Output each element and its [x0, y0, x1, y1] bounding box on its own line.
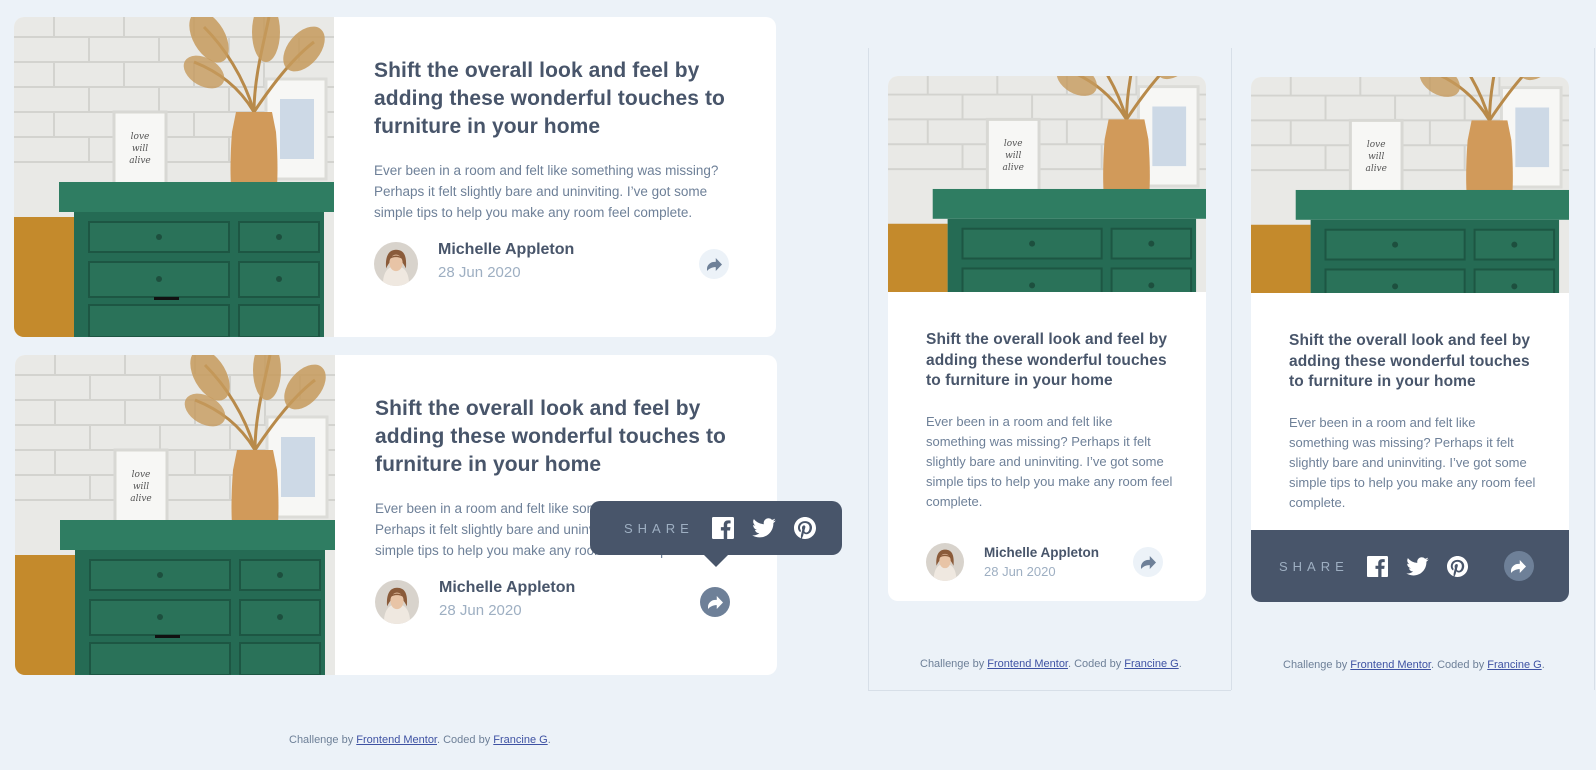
article-title: Shift the overall look and feel by addin…	[1289, 332, 1531, 390]
share-icon	[1511, 560, 1526, 573]
facebook-icon[interactable]	[712, 517, 734, 539]
avatar	[375, 580, 419, 624]
twitter-icon[interactable]	[752, 518, 776, 538]
share-button[interactable]	[699, 249, 729, 279]
attribution-prefix: Challenge by	[1283, 659, 1351, 671]
publish-date: 28 Jun 2020	[984, 564, 1056, 579]
article-image	[888, 76, 1206, 292]
article-title: Shift the overall look and feel by addin…	[375, 397, 726, 476]
author-link[interactable]: Francine G	[493, 734, 547, 746]
attribution-suffix: .	[1541, 659, 1545, 671]
article-title: Shift the overall look and feel by addin…	[374, 59, 725, 138]
article-title: Shift the overall look and feel by addin…	[926, 331, 1168, 389]
attribution-middle: . Coded by	[1068, 658, 1125, 670]
share-label: SHARE	[624, 520, 694, 536]
article-image	[1251, 77, 1569, 293]
pane-bottom-border	[868, 690, 1231, 691]
share-button[interactable]	[700, 587, 730, 617]
pane-divider	[868, 48, 869, 690]
attribution-suffix: .	[1178, 658, 1182, 670]
author-name: Michelle Appleton	[439, 579, 576, 596]
attribution: Challenge by Frontend Mentor. Coded by F…	[920, 658, 1182, 670]
avatar	[926, 543, 964, 581]
share-bar: SHARE	[1251, 530, 1569, 602]
publish-date: 28 Jun 2020	[439, 602, 522, 619]
publish-date: 28 Jun 2020	[438, 264, 521, 281]
pane-divider	[1231, 48, 1232, 690]
tooltip-arrow	[704, 555, 728, 567]
attribution-prefix: Challenge by	[289, 734, 357, 746]
share-label: SHARE	[1279, 558, 1349, 574]
attribution-prefix: Challenge by	[920, 658, 988, 670]
article-card-mobile: Shift the overall look and feel by addin…	[888, 76, 1206, 601]
author-name: Michelle Appleton	[438, 241, 575, 258]
author-link[interactable]: Francine G	[1124, 658, 1178, 670]
share-tooltip: SHARE	[590, 501, 842, 567]
share-icon	[707, 258, 722, 271]
facebook-icon[interactable]	[1367, 556, 1388, 577]
article-card-mobile: Shift the overall look and feel by addin…	[1251, 77, 1569, 602]
article-excerpt: Ever been in a room and felt like someth…	[374, 163, 719, 220]
attribution: Challenge by Frontend Mentor. Coded by F…	[289, 734, 551, 746]
share-icon	[708, 596, 723, 609]
share-button[interactable]	[1503, 551, 1534, 581]
article-card: Shift the overall look and feel by addin…	[14, 17, 776, 337]
article-image	[14, 17, 334, 337]
frontend-mentor-link[interactable]: Frontend Mentor	[356, 734, 437, 746]
article-image	[15, 355, 335, 675]
pinterest-icon[interactable]	[1447, 556, 1468, 577]
article-excerpt: Ever been in a room and felt like someth…	[1289, 415, 1536, 510]
frontend-mentor-link[interactable]: Frontend Mentor	[1350, 659, 1431, 671]
frontend-mentor-link[interactable]: Frontend Mentor	[987, 658, 1068, 670]
article-excerpt: Ever been in a room and felt like someth…	[926, 414, 1173, 509]
author-name: Michelle Appleton	[984, 545, 1100, 560]
share-icon	[1141, 556, 1156, 569]
attribution-suffix: .	[547, 734, 551, 746]
attribution-middle: . Coded by	[437, 734, 494, 746]
author-link[interactable]: Francine G	[1487, 659, 1541, 671]
pinterest-icon[interactable]	[794, 517, 816, 539]
share-button[interactable]	[1133, 547, 1163, 577]
pane-divider	[1594, 48, 1595, 690]
attribution-middle: . Coded by	[1431, 659, 1488, 671]
avatar	[374, 242, 418, 286]
attribution: Challenge by Frontend Mentor. Coded by F…	[1283, 659, 1545, 671]
twitter-icon[interactable]	[1406, 557, 1429, 576]
article-card: Shift the overall look and feel by addin…	[15, 355, 842, 675]
